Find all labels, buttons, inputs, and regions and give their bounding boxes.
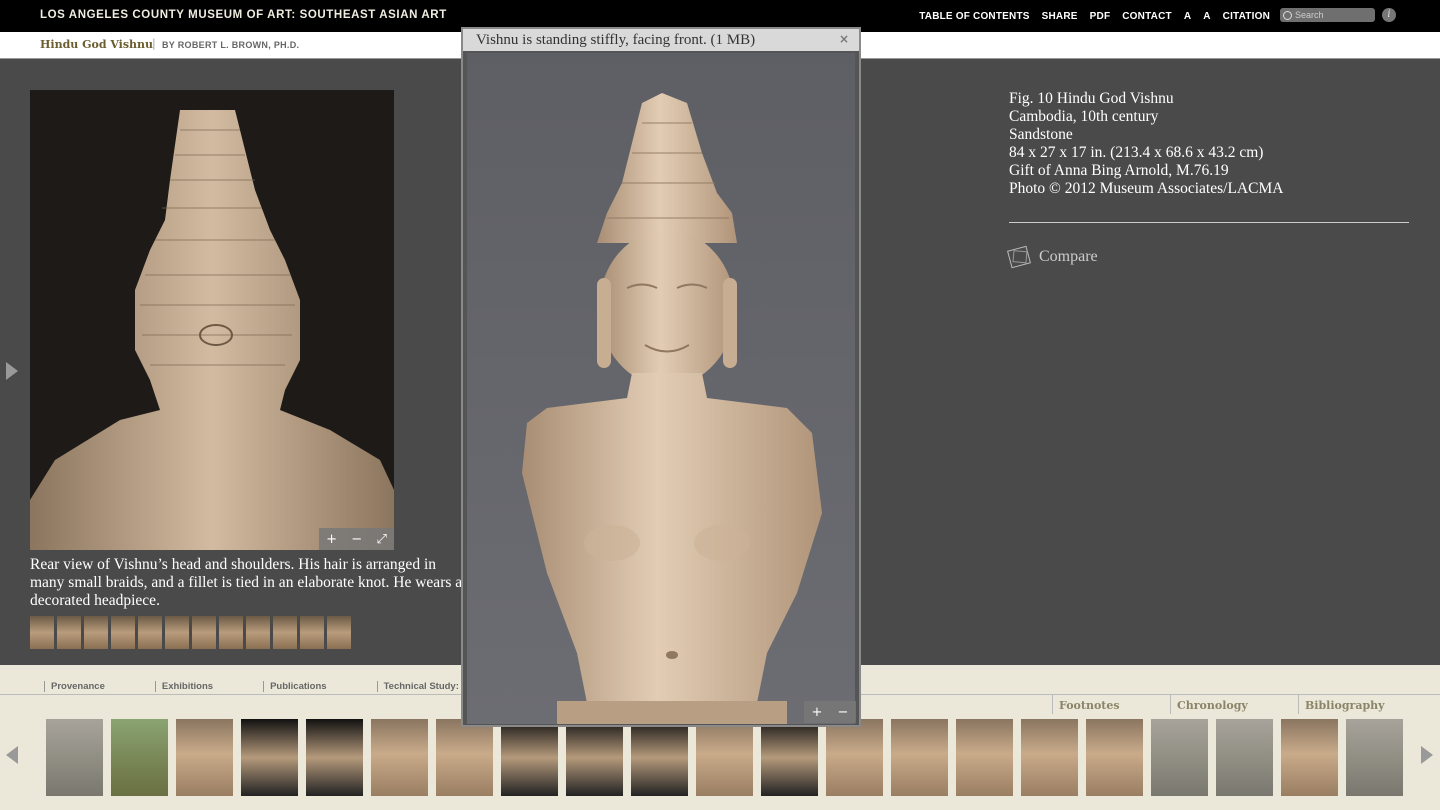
popup-zoom-in-icon[interactable]: + xyxy=(812,705,823,720)
reference-tabs: Footnotes Chronology Bibliography xyxy=(1052,695,1428,714)
detail-thumbnail[interactable] xyxy=(192,616,216,649)
detail-thumbnail[interactable] xyxy=(219,616,243,649)
compare-label: Compare xyxy=(1039,248,1098,265)
author-byline: BY ROBERT L. BROWN, PH.D. xyxy=(162,40,300,50)
title-separator: | xyxy=(152,37,156,50)
vishnu-front-sculpture xyxy=(522,93,822,724)
figure-dimensions: 84 x 27 x 17 in. (213.4 x 68.6 x 43.2 cm… xyxy=(1009,144,1264,161)
image-caption: Rear view of Vishnu’s head and shoulders… xyxy=(30,556,463,609)
figure-thumbnail[interactable] xyxy=(436,719,493,796)
figure-title: Fig. 10 Hindu God Vishnu xyxy=(1009,90,1174,107)
image-zoom-toolbar: + − ⤢ xyxy=(319,528,394,550)
detail-thumbnail[interactable] xyxy=(111,616,135,649)
search-input[interactable] xyxy=(1295,10,1370,20)
figure-thumbnail[interactable] xyxy=(1021,719,1078,796)
figure-thumbnail-strip xyxy=(46,719,1403,796)
figure-thumbnail[interactable] xyxy=(696,719,753,796)
figure-thumbnail[interactable] xyxy=(631,719,688,796)
zoom-in-icon[interactable]: + xyxy=(326,532,337,547)
vishnu-rear-sculpture xyxy=(30,90,394,550)
close-icon[interactable]: × xyxy=(839,32,849,46)
strip-previous-arrow-icon[interactable] xyxy=(6,746,18,764)
figure-credit: Gift of Anna Bing Arnold, M.76.19 xyxy=(1009,162,1229,179)
popup-image-vishnu-front[interactable] xyxy=(467,53,855,724)
popup-zoom-out-icon[interactable]: − xyxy=(838,705,849,720)
figure-origin: Cambodia, 10th century xyxy=(1009,108,1159,125)
compare-icon xyxy=(1007,245,1031,269)
detail-thumbnail[interactable] xyxy=(327,616,351,649)
popup-header: Vishnu is standing stiffly, facing front… xyxy=(463,29,859,51)
nav-citation[interactable]: CITATION xyxy=(1223,11,1270,22)
detail-thumbnail[interactable] xyxy=(165,616,189,649)
detail-thumbnails xyxy=(30,616,351,649)
figure-thumbnail[interactable] xyxy=(956,719,1013,796)
tab-publications[interactable]: Publications xyxy=(263,681,332,692)
figure-thumbnail[interactable] xyxy=(176,719,233,796)
figure-thumbnail[interactable] xyxy=(46,719,103,796)
detail-thumbnail[interactable] xyxy=(300,616,324,649)
info-icon[interactable]: i xyxy=(1382,8,1396,22)
fullscreen-icon[interactable]: ⤢ xyxy=(376,532,386,547)
figure-thumbnail[interactable] xyxy=(566,719,623,796)
search-icon xyxy=(1283,10,1292,20)
figure-thumbnail[interactable] xyxy=(111,719,168,796)
figure-thumbnail[interactable] xyxy=(891,719,948,796)
image-popup: Vishnu is standing stiffly, facing front… xyxy=(461,27,861,727)
detail-thumbnail[interactable] xyxy=(30,616,54,649)
nav-pdf[interactable]: PDF xyxy=(1090,11,1111,22)
figure-material: Sandstone xyxy=(1009,126,1073,143)
figure-thumbnail[interactable] xyxy=(306,719,363,796)
top-nav: TABLE OF CONTENTS SHARE PDF CONTACT A A … xyxy=(919,11,1270,22)
figure-thumbnail[interactable] xyxy=(761,719,818,796)
site-title[interactable]: LOS ANGELES COUNTY MUSEUM OF ART: SOUTHE… xyxy=(40,9,447,21)
tab-footnotes[interactable]: Footnotes xyxy=(1052,695,1170,714)
detail-thumbnail[interactable] xyxy=(57,616,81,649)
tab-bibliography[interactable]: Bibliography xyxy=(1298,695,1428,714)
figure-thumbnail[interactable] xyxy=(826,719,883,796)
nav-contact[interactable]: CONTACT xyxy=(1122,11,1172,22)
figure-thumbnail[interactable] xyxy=(241,719,298,796)
figure-thumbnail[interactable] xyxy=(1281,719,1338,796)
figure-thumbnail[interactable] xyxy=(501,719,558,796)
previous-page-arrow-icon[interactable] xyxy=(6,362,18,380)
page-title: Hindu God Vishnu xyxy=(40,38,154,51)
strip-next-arrow-icon[interactable] xyxy=(1421,746,1433,764)
zoom-out-icon[interactable]: − xyxy=(351,532,362,547)
detail-thumbnail[interactable] xyxy=(273,616,297,649)
tab-chronology[interactable]: Chronology xyxy=(1170,695,1298,714)
figure-divider xyxy=(1009,222,1409,223)
main-image-vishnu-rear-view[interactable] xyxy=(30,90,394,550)
detail-thumbnail[interactable] xyxy=(84,616,108,649)
detail-thumbnail[interactable] xyxy=(138,616,162,649)
detail-thumbnail[interactable] xyxy=(246,616,270,649)
nav-font-larger[interactable]: A xyxy=(1203,11,1210,22)
figure-thumbnail[interactable] xyxy=(1216,719,1273,796)
nav-table-of-contents[interactable]: TABLE OF CONTENTS xyxy=(919,11,1029,22)
popup-zoom-toolbar: + − xyxy=(804,701,856,723)
popup-title: Vishnu is standing stiffly, facing front… xyxy=(476,32,756,48)
nav-font-smaller[interactable]: A xyxy=(1184,11,1191,22)
figure-photo-credit: Photo © 2012 Museum Associates/LACMA xyxy=(1009,180,1284,197)
search-box[interactable] xyxy=(1280,8,1375,22)
figure-thumbnail[interactable] xyxy=(1151,719,1208,796)
figure-thumbnail[interactable] xyxy=(1086,719,1143,796)
figure-info: Fig. 10 Hindu God Vishnu Cambodia, 10th … xyxy=(1009,90,1283,198)
figure-thumbnail[interactable] xyxy=(1346,719,1403,796)
compare-button[interactable]: Compare xyxy=(1007,245,1098,269)
tab-exhibitions[interactable]: Exhibitions xyxy=(154,681,219,692)
tab-provenance[interactable]: Provenance xyxy=(44,681,111,692)
nav-share[interactable]: SHARE xyxy=(1042,11,1078,22)
figure-thumbnail[interactable] xyxy=(371,719,428,796)
